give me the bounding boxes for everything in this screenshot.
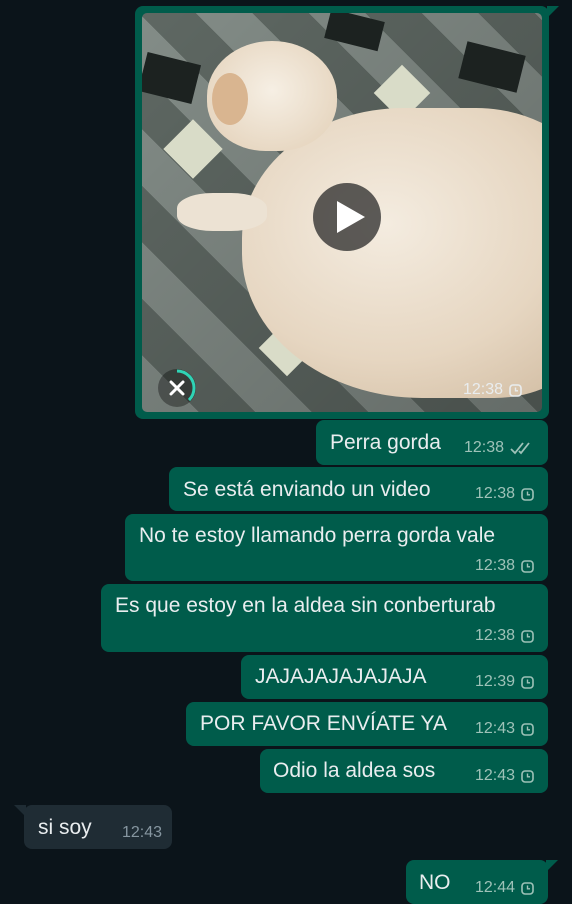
- message-text: Se está enviando un video: [183, 478, 431, 501]
- message-meta: 12:38: [475, 557, 534, 575]
- message-meta: 12:38: [464, 439, 536, 457]
- message-text: Es que estoy en la aldea sin conberturab: [115, 594, 496, 617]
- message-bubble[interactable]: JAJAJAJAJAJAJA 12:39: [241, 655, 548, 699]
- cancel-upload-icon[interactable]: [158, 369, 196, 407]
- clock-icon: [521, 722, 534, 736]
- floor-tile: [163, 119, 223, 179]
- message-time: 12:38: [474, 485, 515, 502]
- message-time: 12:38: [474, 557, 515, 574]
- floor-tile: [142, 51, 202, 105]
- clock-icon: [521, 769, 534, 783]
- message-meta: 12:39: [475, 673, 534, 691]
- bubble-tail: [546, 860, 558, 872]
- message-text: si soy: [38, 816, 92, 839]
- bubble-tail: [14, 805, 26, 817]
- message-bubble[interactable]: POR FAVOR ENVÍATE YA 12:43: [186, 702, 548, 746]
- message-meta: 12:43: [122, 824, 162, 842]
- message-text: Odio la aldea sos: [273, 759, 436, 782]
- video-meta: 12:38: [463, 381, 522, 399]
- floor-tile: [324, 13, 385, 52]
- message-time: 12:43: [121, 824, 162, 841]
- message-time: 12:38: [463, 439, 504, 456]
- message-meta: 12:38: [475, 627, 534, 645]
- clock-icon: [509, 383, 522, 397]
- message-meta: 12:44: [475, 879, 534, 897]
- message-text: POR FAVOR ENVÍATE YA: [200, 712, 448, 735]
- bubble-tail: [547, 6, 559, 18]
- clock-icon: [521, 881, 534, 895]
- play-icon[interactable]: [313, 183, 381, 251]
- message-time: 12:38: [474, 627, 515, 644]
- video-message-bubble[interactable]: 12:38: [135, 6, 559, 419]
- floor-tile: [458, 41, 526, 93]
- message-meta: 12:38: [475, 485, 534, 503]
- message-meta: 12:43: [475, 767, 534, 785]
- message-text: NO: [419, 871, 451, 894]
- message-bubble[interactable]: Perra gorda 12:38: [316, 420, 548, 465]
- dog-ear: [212, 73, 248, 125]
- message-text: Perra gorda: [330, 431, 441, 454]
- incoming-message-bubble[interactable]: si soy 12:43: [14, 805, 172, 849]
- clock-icon: [521, 487, 534, 501]
- message-time: 12:44: [474, 879, 515, 896]
- clock-icon: [521, 675, 534, 689]
- clock-icon: [521, 629, 534, 643]
- message-time: 12:43: [474, 767, 515, 784]
- message-bubble[interactable]: No te estoy llamando perra gorda vale 12…: [125, 514, 548, 581]
- message-bubble[interactable]: NO 12:44: [406, 860, 558, 904]
- message-time: 12:43: [474, 720, 515, 737]
- message-bubble[interactable]: Es que estoy en la aldea sin conberturab…: [101, 584, 548, 652]
- message-meta: 12:43: [475, 720, 534, 738]
- double-check-icon: [510, 442, 530, 455]
- message-text: JAJAJAJAJAJAJA: [255, 665, 427, 688]
- message-bubble[interactable]: Se está enviando un video 12:38: [169, 467, 548, 511]
- video-thumbnail[interactable]: 12:38: [142, 13, 542, 412]
- video-time: 12:38: [462, 381, 503, 398]
- message-bubble[interactable]: Odio la aldea sos 12:43: [260, 749, 548, 793]
- clock-icon: [521, 559, 534, 573]
- dog-paw: [177, 193, 267, 231]
- message-text: No te estoy llamando perra gorda vale: [139, 524, 496, 547]
- message-time: 12:39: [474, 673, 515, 690]
